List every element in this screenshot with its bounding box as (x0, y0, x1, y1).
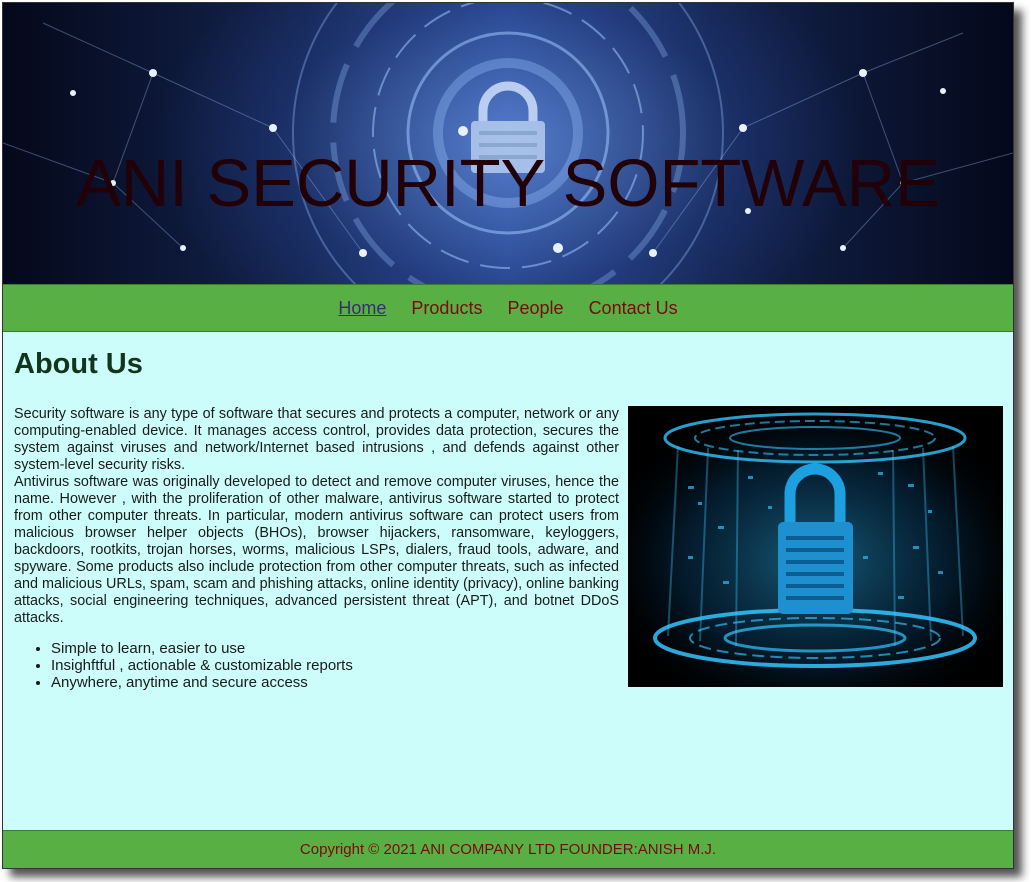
footer: Copyright © 2021 ANI COMPANY LTD FOUNDER… (3, 830, 1013, 868)
nav-item-products[interactable]: Products (411, 285, 482, 331)
feature-list: Simple to learn, easier to use Insighftf… (14, 640, 619, 691)
nav-item-home[interactable]: Home (338, 285, 386, 331)
copyright-text: Copyright © 2021 ANI COMPANY LTD FOUNDER… (299, 841, 717, 858)
nav-item-contact-us[interactable]: Contact Us (589, 285, 678, 331)
antivirus-paragraph: Antivirus software was originally develo… (14, 474, 619, 626)
digital-padlock-icon (628, 406, 1003, 687)
list-item: Insighftful , actionable & customizable … (51, 657, 619, 674)
intro-paragraph: Security software is any type of softwar… (14, 406, 619, 473)
page-title: About Us (14, 348, 143, 380)
site-title: ANI SECURITY SOFTWARE (76, 146, 940, 221)
list-item: Anywhere, anytime and secure access (51, 674, 619, 691)
nav-item-people[interactable]: People (507, 285, 563, 331)
about-text: Security software is any type of softwar… (14, 406, 619, 691)
security-lock-image (628, 406, 1003, 687)
list-item: Simple to learn, easier to use (51, 640, 619, 657)
padlock-circuit-icon (3, 3, 1013, 284)
main-nav: Home Products People Contact Us (3, 284, 1013, 332)
page-frame: ANI SECURITY SOFTWARE Home Products Peop… (2, 2, 1014, 869)
header-banner: ANI SECURITY SOFTWARE (3, 3, 1013, 284)
main-content: About Us Security software is any type o… (3, 332, 1013, 830)
